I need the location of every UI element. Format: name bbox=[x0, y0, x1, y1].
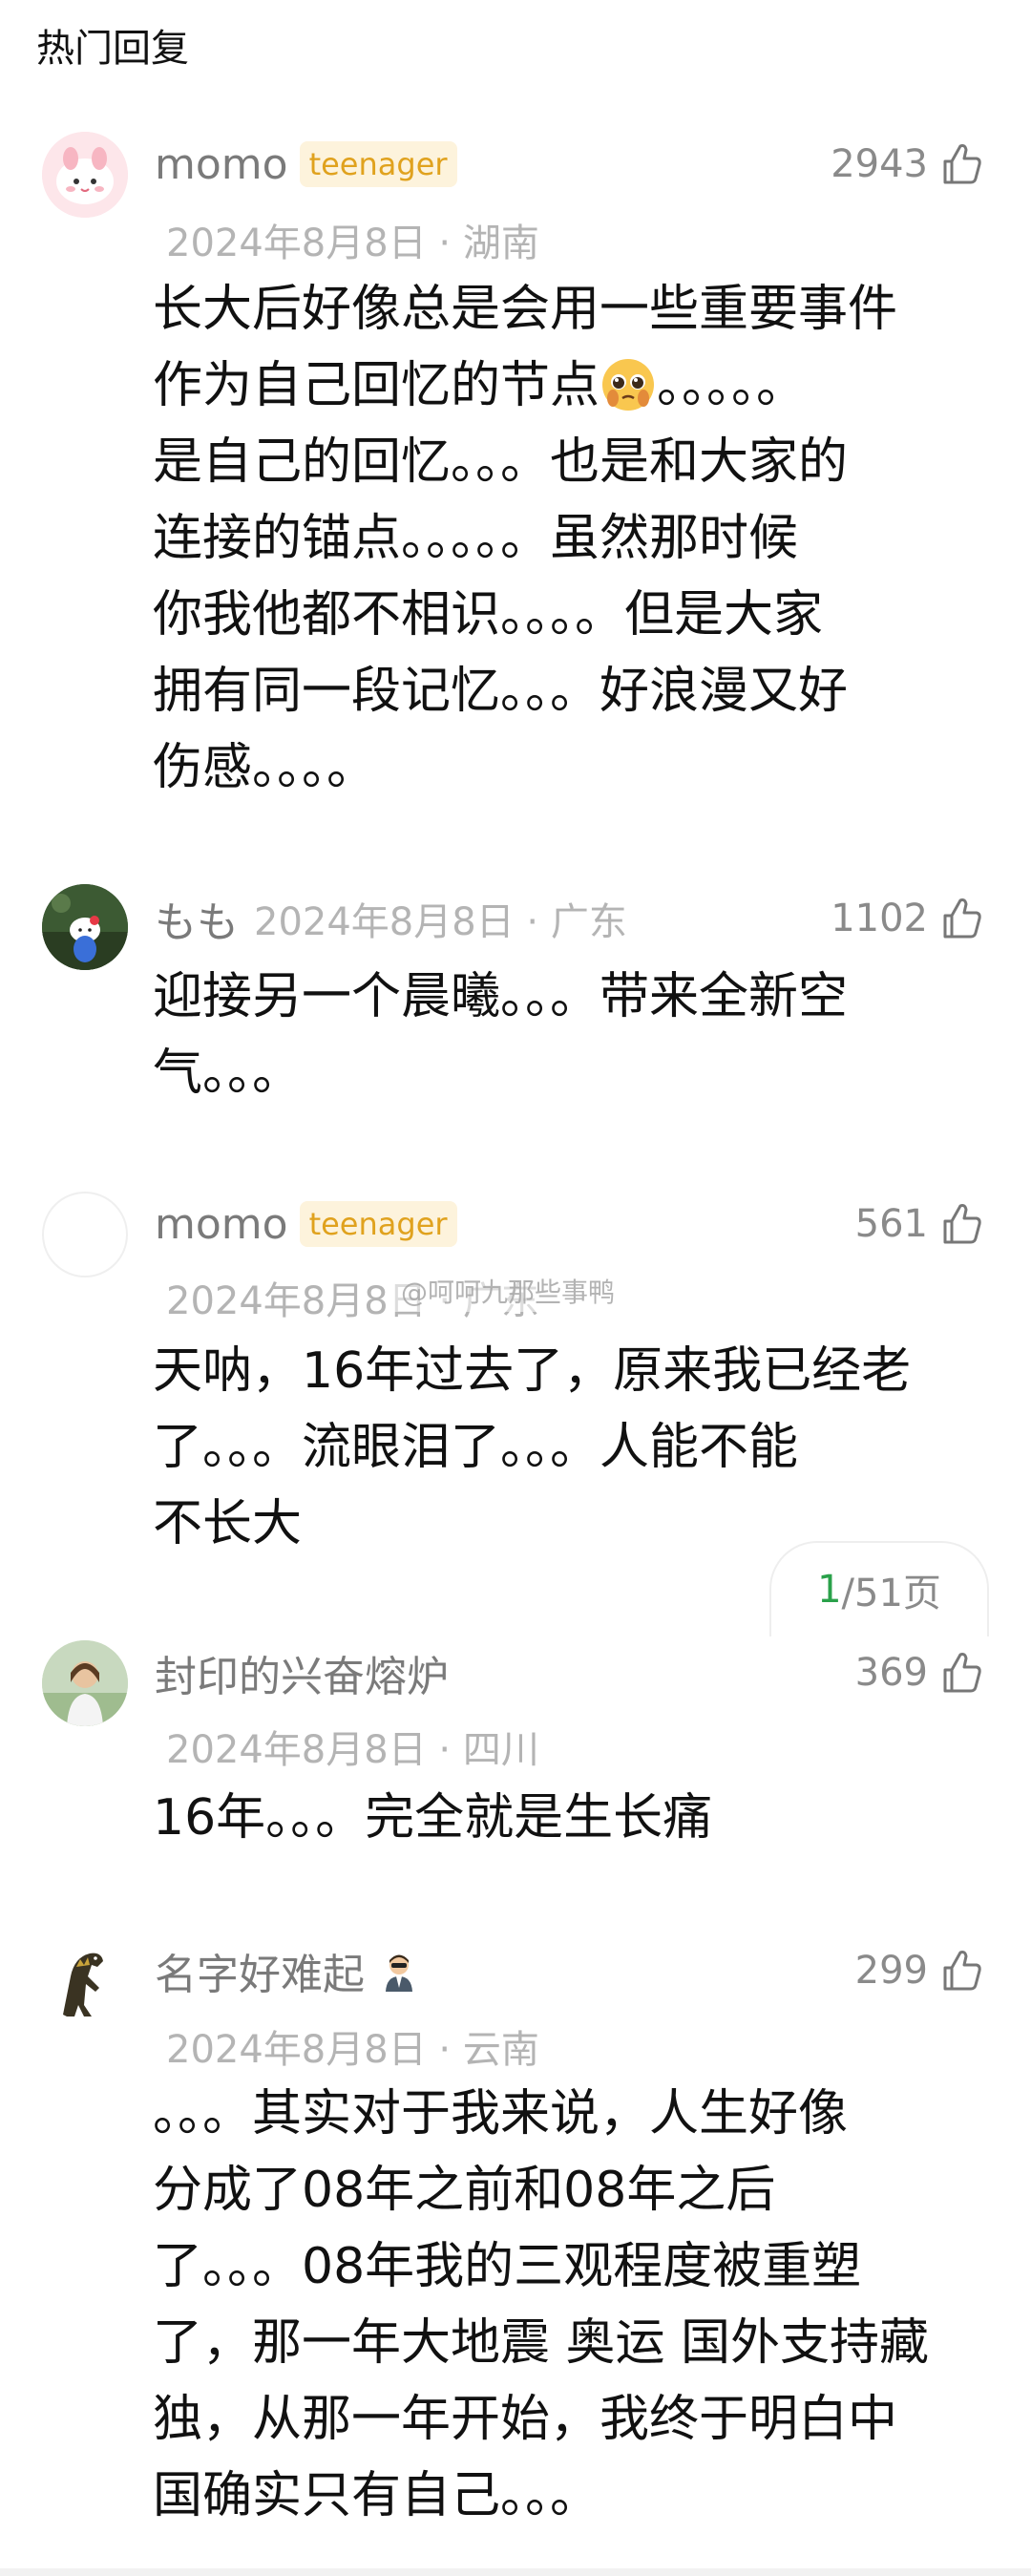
name-row: momo teenager bbox=[155, 1195, 457, 1253]
pink-cat-avatar-icon bbox=[42, 132, 128, 218]
thumbs-up-icon bbox=[943, 1204, 981, 1244]
comment-line: 了。。。流眼泪了。。。人能不能 bbox=[153, 1419, 799, 1476]
comment-line: 迎接另一个晨曦。。。带来全新空 bbox=[153, 968, 849, 1025]
bottom-divider bbox=[0, 2568, 1031, 2576]
like-count: 299 bbox=[854, 1949, 928, 1993]
avatar[interactable] bbox=[42, 1938, 128, 2024]
section-title: 热门回复 bbox=[36, 27, 189, 71]
thumbs-up-icon bbox=[943, 898, 981, 939]
user-badge: teenager bbox=[299, 141, 457, 187]
like-button[interactable]: 299 bbox=[855, 1942, 985, 1999]
avatar[interactable] bbox=[42, 1640, 128, 1726]
like-count: 2943 bbox=[831, 142, 928, 186]
date-location: 2024年8月8日 · 云南 bbox=[166, 2028, 539, 2072]
comment-line: 国确实只有自己。。。 bbox=[153, 2467, 600, 2524]
dinosaur-avatar-icon bbox=[42, 1938, 128, 2024]
like-count: 369 bbox=[854, 1651, 928, 1695]
total-pages: /51页 bbox=[841, 1572, 941, 1615]
comment-line: 拥有同一段记忆。。。好浪漫又好 bbox=[153, 663, 849, 720]
comment-line: 是自己的回忆。。。也是和大家的 bbox=[153, 433, 849, 491]
avatar[interactable] bbox=[42, 132, 128, 218]
comment-text: 。。。其实对于我来说，人生好像 分成了08年之前和08年之后 了。。。08年我的… bbox=[153, 2076, 974, 2534]
comment-line: 16年。。。完全就是生长痛 bbox=[153, 1789, 713, 1847]
comment-line-text: 作为自己回忆的节点 bbox=[153, 357, 600, 414]
thumbs-up-icon bbox=[943, 1653, 981, 1693]
page-indicator[interactable]: 1/51页 bbox=[769, 1541, 989, 1636]
like-count: 1102 bbox=[831, 897, 928, 940]
username[interactable]: momo bbox=[155, 1200, 288, 1249]
thumbs-up-icon bbox=[943, 144, 981, 184]
current-page: 1 bbox=[817, 1568, 842, 1612]
avatar[interactable] bbox=[42, 1192, 128, 1277]
like-count: 561 bbox=[854, 1202, 928, 1246]
watermark: @呵呵九那些事鸭 bbox=[401, 1277, 616, 1308]
comment-line: 伤感。。。。 bbox=[153, 739, 377, 796]
like-button[interactable]: 1102 bbox=[831, 890, 985, 947]
comment-line: 长大后好像总是会用一些重要事件 bbox=[153, 281, 898, 338]
date-location: 2024年8月8日 · 湖南 bbox=[166, 222, 539, 265]
man-emoji-icon bbox=[386, 1954, 412, 1992]
comment-line: 气。。。 bbox=[153, 1045, 303, 1102]
comment-line: 了，那一年大地震 奥运 国外支持藏 bbox=[153, 2314, 930, 2372]
comment-line: 。。。其实对于我来说，人生好像 bbox=[153, 2085, 849, 2143]
name-row: 封印的兴奋熔炉 bbox=[155, 1644, 449, 1701]
comment-line: 分成了08年之前和08年之后 bbox=[153, 2162, 776, 2219]
comment-line: 你我他都不相识。。。。但是大家 bbox=[153, 586, 824, 644]
name-row: momo teenager bbox=[155, 136, 457, 193]
like-button[interactable]: 2943 bbox=[831, 136, 985, 193]
user-badge: teenager bbox=[299, 1201, 457, 1247]
comment-text: 长大后好像总是会用一些重要事件 作为自己回忆的节点。。。。。 是自己的回忆。。。… bbox=[153, 271, 974, 806]
comment-text: 迎接另一个晨曦。。。带来全新空 气。。。 bbox=[153, 959, 974, 1111]
comment-line-suffix: 。。。。。 bbox=[657, 357, 807, 414]
name-row: 名字好难起 bbox=[155, 1942, 420, 1999]
comment-line: 了。。。08年我的三观程度被重塑 bbox=[153, 2238, 862, 2295]
person-photo-avatar-icon bbox=[42, 1640, 128, 1726]
date-location: 2024年8月8日 · 广东 bbox=[254, 900, 627, 944]
username[interactable]: 名字好难起 bbox=[155, 1940, 365, 2001]
name-row: もも 2024年8月8日 · 广东 bbox=[155, 890, 627, 947]
comment-line: 作为自己回忆的节点。。。。。 bbox=[153, 348, 974, 424]
thumbs-up-icon bbox=[943, 1951, 981, 1991]
like-button[interactable]: 561 bbox=[855, 1195, 985, 1253]
like-button[interactable]: 369 bbox=[855, 1644, 985, 1701]
username[interactable]: 封印的兴奋熔炉 bbox=[155, 1642, 449, 1703]
comment-line: 连接的锚点。。。。。虽然那时候 bbox=[153, 510, 799, 567]
username[interactable]: もも bbox=[155, 888, 239, 949]
comment-line: 天呐，16年过去了，原来我已经老 bbox=[153, 1342, 912, 1400]
hello-kitty-avatar-icon bbox=[42, 884, 128, 970]
pleading-face-icon bbox=[602, 359, 655, 411]
date-location: 2024年8月8日 · 四川 bbox=[166, 1728, 539, 1772]
comment-text: 天呐，16年过去了，原来我已经老 了。。。流眼泪了。。。人能不能 不长大 bbox=[153, 1333, 974, 1562]
comment-line: 独，从那一年开始，我终于明白中 bbox=[153, 2391, 898, 2448]
comment-text: 16年。。。完全就是生长痛 bbox=[153, 1780, 974, 1856]
username[interactable]: momo bbox=[155, 140, 288, 189]
avatar[interactable] bbox=[42, 884, 128, 970]
